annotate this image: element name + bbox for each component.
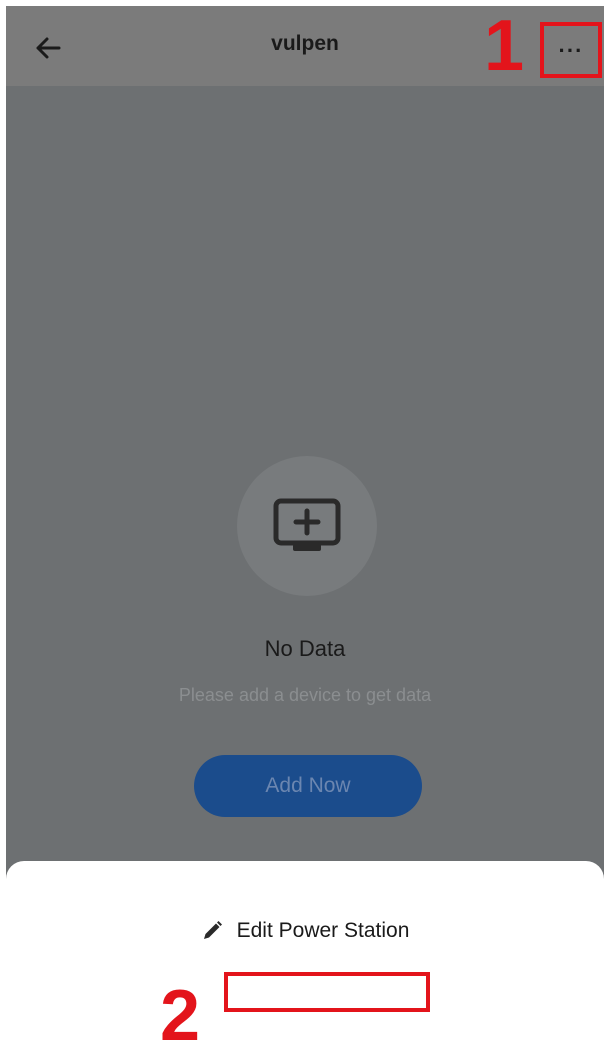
monitor-plus-icon (273, 498, 341, 551)
empty-state-hint: Please add a device to get data (178, 685, 432, 705)
annotation-step-2: 2 (160, 976, 201, 1056)
annotation-box-2 (224, 972, 430, 1012)
annotation-step-1: 1 (484, 6, 525, 86)
empty-state-title: No Data (264, 636, 346, 661)
edit-power-station-item[interactable]: Edit Power Station (6, 911, 604, 951)
app-screen: vulpen ··· No Data Please add a device t… (6, 6, 604, 999)
add-now-button[interactable]: Add Now (194, 755, 422, 817)
edit-power-station-label: Edit Power Station (236, 919, 410, 942)
empty-state-icon-container (237, 456, 377, 596)
pencil-icon (203, 921, 222, 939)
annotation-box-1 (540, 22, 602, 78)
